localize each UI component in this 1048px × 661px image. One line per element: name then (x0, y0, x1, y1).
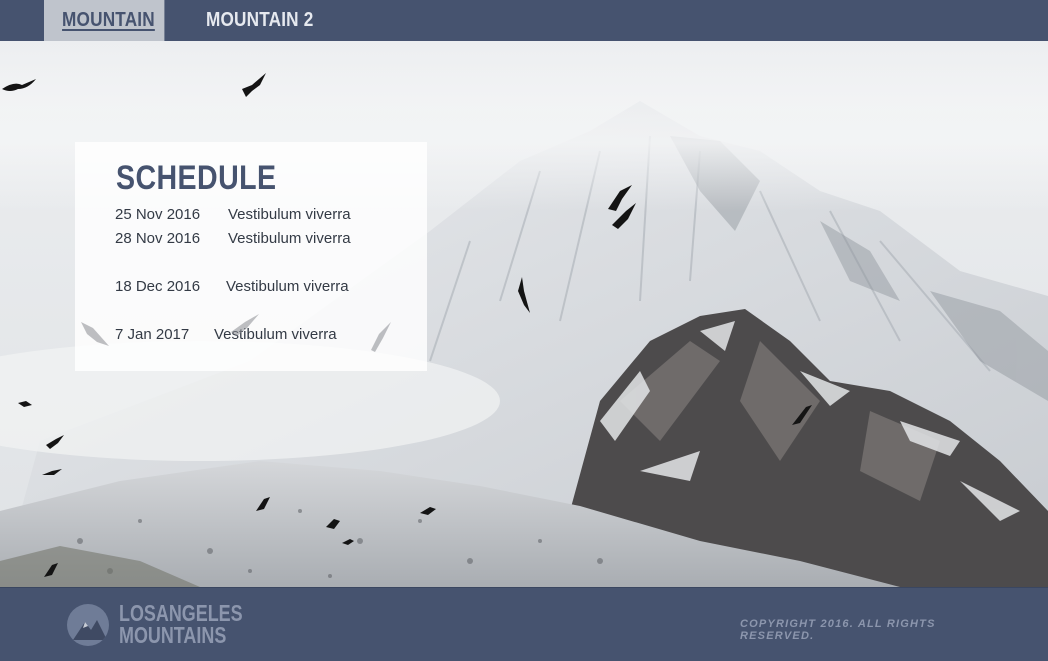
mountain-logo-icon[interactable] (67, 604, 109, 646)
footer: LOSANGELES MOUNTAINS COPYRIGHT 2016. ALL… (0, 587, 1048, 661)
tab-mountain-2[interactable]: MOUNTAIN 2 (206, 0, 313, 41)
copyright-text: COPYRIGHT 2016. ALL RIGHTS RESERVED. (740, 618, 936, 642)
top-nav: MOUNTAIN 1 MOUNTAIN 2 (0, 0, 1048, 71)
logo-line-2: MOUNTAINS (119, 622, 227, 648)
tab-mountain-2-label: MOUNTAIN 2 (206, 9, 314, 31)
bird-silhouette-icon (81, 314, 391, 352)
tab-mountain-1[interactable]: MOUNTAIN 1 (44, 0, 165, 71)
page: MOUNTAIN 1 MOUNTAIN 2 (0, 0, 1048, 661)
logo-line-1: LOSANGELES (119, 600, 243, 626)
brand-logo[interactable]: LOSANGELES MOUNTAINS (119, 600, 244, 648)
schedule-card: SCHEDULE 25 Nov 2016 Vestibulum viverra … (75, 142, 427, 371)
